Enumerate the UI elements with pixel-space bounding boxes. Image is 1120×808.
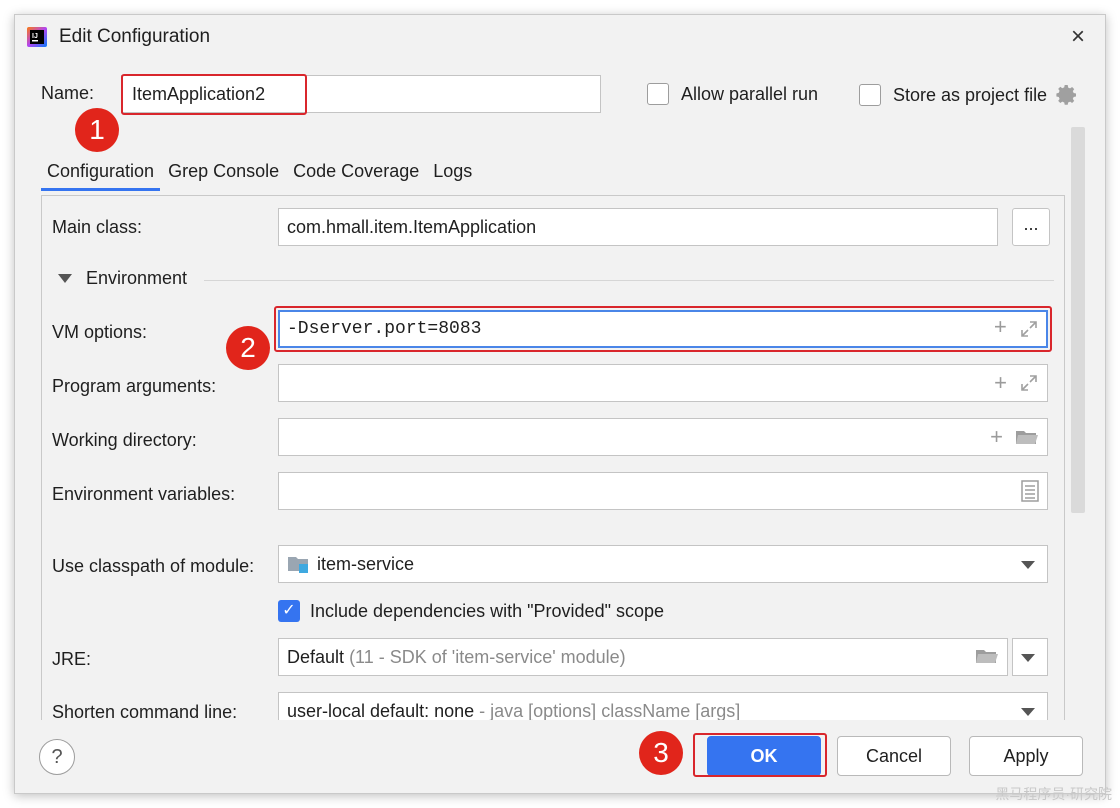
store-as-project-file-label: Store as project file: [893, 84, 1048, 105]
tab-code-coverage[interactable]: Code Coverage: [287, 157, 425, 191]
edit-configuration-dialog: IJ Edit Configuration × Name: 1 Allow pa…: [14, 14, 1106, 794]
add-icon[interactable]: +: [990, 426, 1003, 448]
vm-options-label: VM options:: [52, 322, 148, 342]
environment-variables-field[interactable]: [278, 472, 1048, 510]
shorten-detail: - java [options] className [args]: [474, 701, 741, 720]
include-provided-checkbox[interactable]: ✓ Include dependencies with "Provided" s…: [278, 600, 664, 622]
environment-section-label: Environment: [86, 268, 188, 288]
environment-section[interactable]: Environment: [52, 268, 187, 289]
checkmark-icon[interactable]: ✓: [278, 600, 300, 622]
folder-icon[interactable]: [1015, 427, 1039, 447]
shorten-command-line-dropdown[interactable]: user-local default: none - java [options…: [278, 692, 1048, 720]
title-bar: IJ Edit Configuration ×: [15, 15, 1105, 59]
name-input[interactable]: [121, 75, 601, 113]
collapse-triangle-icon[interactable]: [58, 274, 72, 283]
browse-main-class-button[interactable]: ...: [1012, 208, 1050, 246]
store-as-project-file-checkbox[interactable]: Store as project file: [859, 83, 1079, 107]
tab-configuration[interactable]: Configuration: [41, 157, 161, 191]
jre-value: Default: [287, 647, 345, 667]
vm-options-field[interactable]: -Dserver.port=8083 +: [278, 310, 1048, 348]
apply-button[interactable]: Apply: [969, 736, 1083, 776]
configuration-panel: Main class: com.hmall.item.ItemApplicati…: [41, 195, 1065, 720]
add-icon[interactable]: +: [994, 318, 1007, 340]
chevron-down-icon[interactable]: [1021, 561, 1035, 569]
shorten-command-line-label: Shorten command line:: [52, 702, 238, 720]
vertical-scrollbar[interactable]: [1071, 127, 1085, 513]
jre-field[interactable]: Default (11 - SDK of 'item-service' modu…: [278, 638, 1008, 676]
program-arguments-label: Program arguments:: [52, 376, 217, 396]
gear-icon[interactable]: [1055, 83, 1079, 107]
tab-grep-console[interactable]: Grep Console: [162, 157, 285, 191]
edit-list-icon[interactable]: [1021, 480, 1039, 502]
step-2-badge: 2: [226, 326, 270, 370]
jre-label: JRE:: [52, 649, 92, 669]
close-icon[interactable]: ×: [1071, 23, 1085, 51]
working-directory-field[interactable]: +: [278, 418, 1048, 456]
section-divider: [204, 280, 1054, 281]
shorten-value: user-local default: none: [287, 701, 475, 720]
classpath-module-label: Use classpath of module:: [52, 556, 255, 576]
allow-parallel-run-box[interactable]: [647, 83, 669, 105]
allow-parallel-run-label: Allow parallel run: [681, 83, 819, 104]
name-label: Name:: [41, 83, 95, 103]
include-provided-label: Include dependencies with "Provided" sco…: [310, 600, 665, 621]
add-icon[interactable]: +: [994, 372, 1007, 394]
jre-dropdown-button[interactable]: [1012, 638, 1048, 676]
svg-text:IJ: IJ: [32, 33, 38, 40]
classpath-module-value: item-service: [317, 554, 415, 574]
cancel-button[interactable]: Cancel: [837, 736, 951, 776]
dialog-title: Edit Configuration: [59, 26, 211, 47]
vm-options-value: -Dserver.port=8083: [287, 319, 482, 339]
module-folder-icon: [288, 557, 308, 573]
main-class-label: Main class:: [52, 217, 143, 237]
expand-icon[interactable]: [1019, 319, 1039, 339]
watermark: 黑马程序员·研究院: [995, 786, 1112, 802]
working-directory-label: Working directory:: [52, 430, 197, 450]
environment-variables-label: Environment variables:: [52, 484, 236, 504]
main-class-field[interactable]: com.hmall.item.ItemApplication: [278, 208, 998, 246]
jre-detail: (11 - SDK of 'item-service' module): [349, 647, 626, 667]
intellij-app-icon: IJ: [27, 27, 47, 47]
folder-icon[interactable]: [975, 646, 999, 666]
classpath-module-dropdown[interactable]: item-service: [278, 545, 1048, 583]
chevron-down-icon[interactable]: [1021, 708, 1035, 716]
store-as-project-file-box[interactable]: [859, 84, 881, 106]
allow-parallel-run-checkbox[interactable]: Allow parallel run: [647, 83, 818, 105]
chevron-down-icon[interactable]: [1021, 654, 1035, 662]
config-tabs: Configuration Grep Console Code Coverage…: [41, 157, 480, 191]
ok-button[interactable]: OK: [707, 736, 821, 776]
step-1-badge: 1: [75, 108, 119, 152]
main-class-value: com.hmall.item.ItemApplication: [287, 217, 537, 237]
help-button[interactable]: ?: [39, 739, 75, 775]
expand-icon[interactable]: [1019, 373, 1039, 393]
program-arguments-field[interactable]: +: [278, 364, 1048, 402]
step-3-badge: 3: [639, 731, 683, 775]
tab-logs[interactable]: Logs: [427, 157, 478, 191]
